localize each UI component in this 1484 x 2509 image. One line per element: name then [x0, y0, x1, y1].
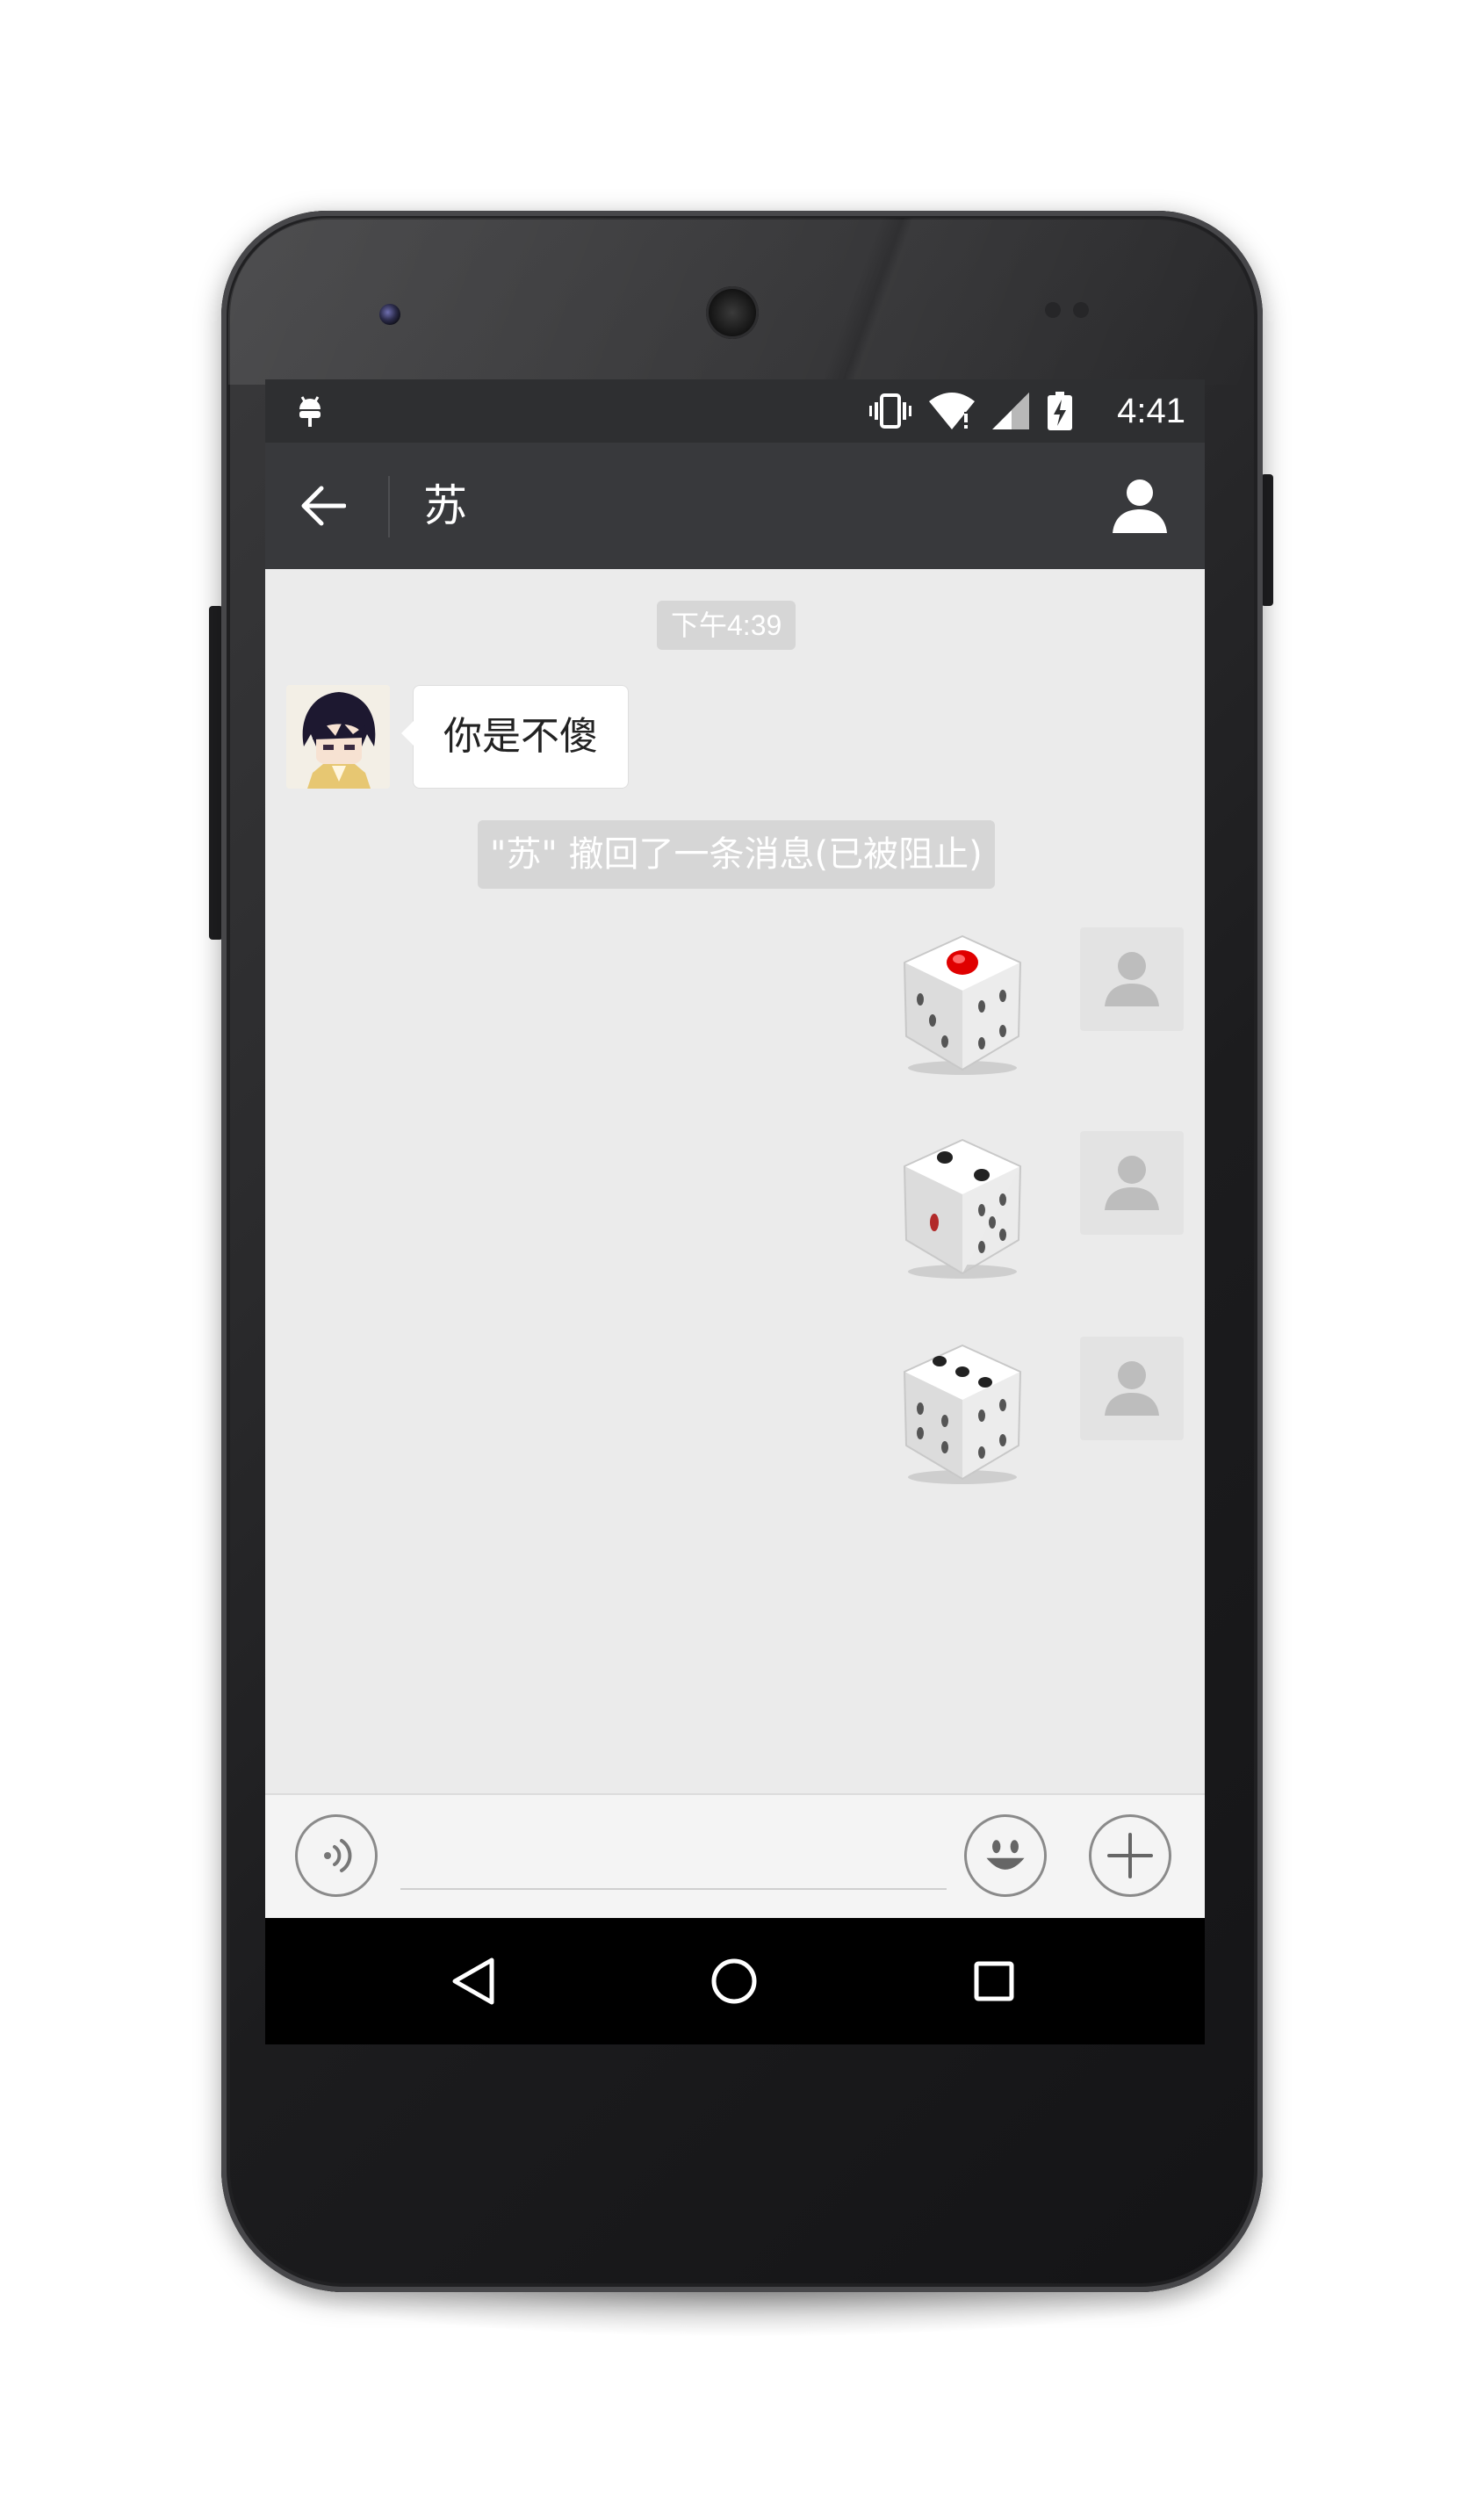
nav-home-button[interactable]: [699, 1946, 769, 2016]
dice-three-icon: [904, 1345, 1021, 1484]
proximity-sensor: [1045, 302, 1061, 318]
default-person-avatar-icon: [1105, 1156, 1159, 1210]
timestamp-pill: 下午4:39: [657, 601, 796, 650]
arrow-left-icon: [301, 486, 346, 526]
anime-character-avatar-icon: [286, 685, 390, 789]
action-bar: 苏: [265, 443, 1205, 569]
wifi-icon: [929, 393, 975, 429]
light-sensor: [1073, 302, 1089, 318]
battery-charging-icon: [1048, 392, 1072, 430]
outgoing-message-dice-2[interactable]: [265, 1131, 1205, 1280]
default-person-avatar-icon: [1105, 1361, 1159, 1416]
nav-recents-button[interactable]: [959, 1946, 1029, 2016]
person-icon: [1113, 479, 1167, 533]
incoming-message-bubble[interactable]: 你是不傻: [401, 685, 629, 789]
recents-square-icon: [974, 1961, 1014, 2001]
android-debug-icon: [299, 396, 321, 427]
emoji-smile-icon: [986, 1840, 1025, 1870]
dice-two-icon: [904, 1139, 1021, 1279]
default-person-avatar-icon: [1105, 952, 1159, 1006]
navigation-bar: [265, 1918, 1205, 2044]
plus-icon: [1107, 1833, 1153, 1878]
outgoing-message-dice-1[interactable]: [265, 927, 1205, 1077]
plus-button[interactable]: [1089, 1814, 1171, 1897]
voice-button[interactable]: [295, 1814, 378, 1897]
front-camera: [379, 304, 400, 325]
my-avatar[interactable]: [1080, 1337, 1184, 1440]
status-bar: 4:41: [265, 379, 1205, 443]
chat-title: 苏: [423, 480, 467, 531]
outgoing-message-dice-3[interactable]: [265, 1337, 1205, 1486]
recall-notice: "苏" 撤回了一条消息(已被阻止): [478, 820, 995, 889]
status-time: 4:41: [1117, 392, 1185, 430]
my-avatar[interactable]: [1080, 927, 1184, 1031]
signal-icon: [992, 393, 1029, 429]
chat-area[interactable]: 下午4:39 你是不傻 "苏" 撤回了一条消息(已被阻止): [265, 569, 1205, 1793]
input-bar: [265, 1793, 1205, 1918]
emoji-button[interactable]: [964, 1814, 1047, 1897]
voice-input-icon: [324, 1839, 352, 1872]
back-button[interactable]: [292, 474, 355, 537]
contact-avatar[interactable]: [286, 685, 390, 789]
earpiece-speaker: [706, 286, 759, 339]
status-icons: [869, 392, 1073, 430]
back-triangle-icon: [452, 1957, 494, 2005]
phone-screen: 4:41 苏 下午4:39 你是不傻 "苏" 撤回了一条消息(已被阻止): [265, 379, 1205, 2044]
vibrate-icon: [869, 393, 911, 429]
my-avatar[interactable]: [1080, 1131, 1184, 1235]
nav-back-button[interactable]: [437, 1946, 508, 2016]
action-bar-divider: [388, 476, 390, 537]
dice-one-icon: [904, 935, 1021, 1075]
profile-button[interactable]: [1105, 471, 1175, 541]
power-button: [1261, 474, 1273, 606]
home-circle-icon: [711, 1958, 757, 2004]
message-input[interactable]: [400, 1825, 947, 1890]
